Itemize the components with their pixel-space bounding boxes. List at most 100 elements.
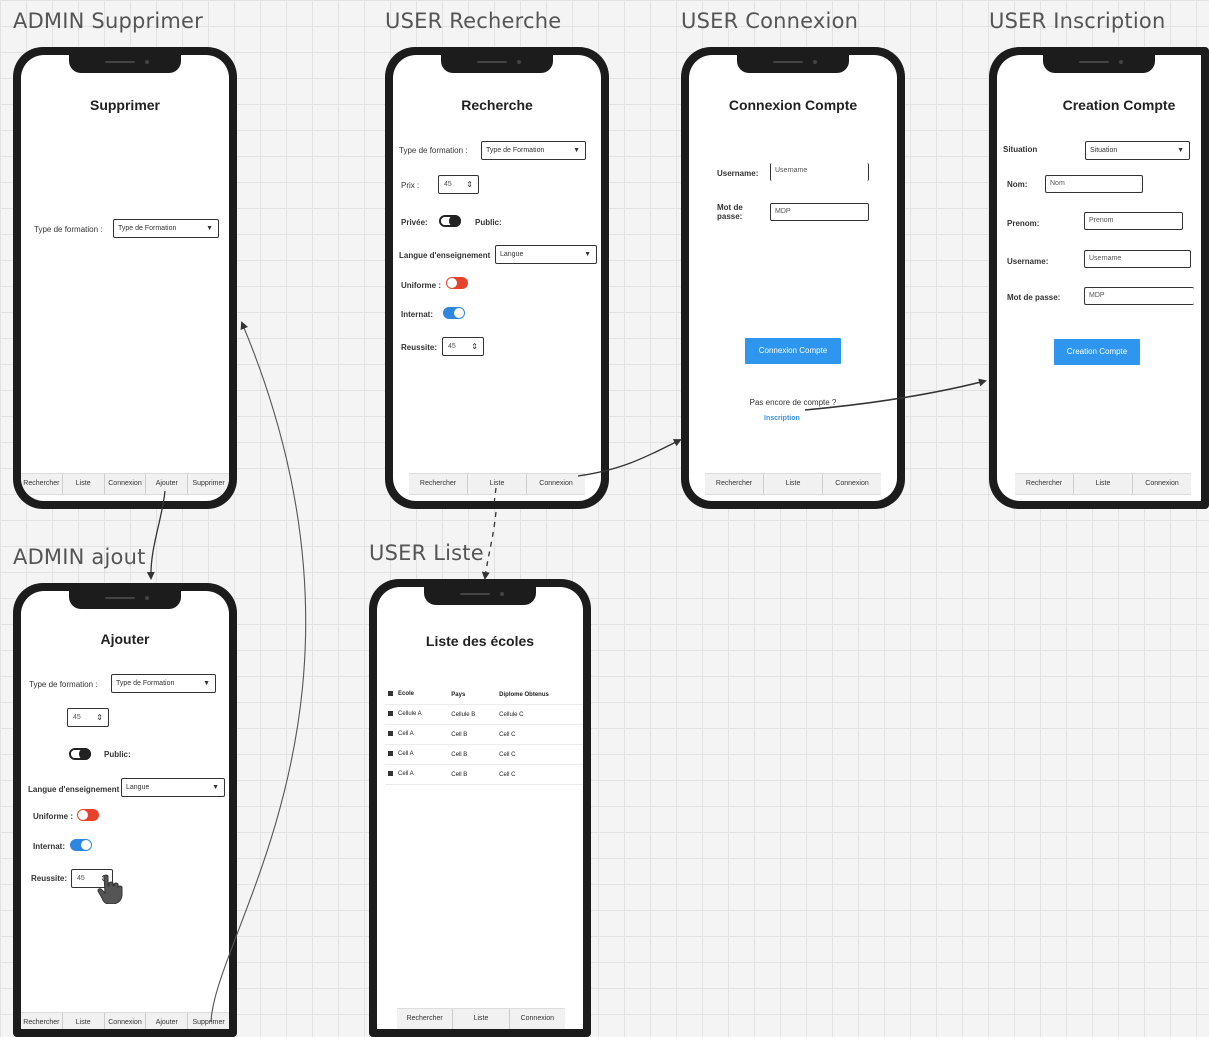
langue-select[interactable]: Langue ▼ [121,778,225,797]
column-header[interactable]: Pays [448,685,497,705]
tab-connexion[interactable]: Connexion [105,474,147,494]
column-header[interactable]: Diplome Obtenus [496,685,583,705]
nom-input[interactable]: Nom [1045,175,1143,193]
langue-select[interactable]: Langue ▼ [495,245,597,264]
password-input[interactable]: MDP [770,203,869,221]
connexion-compte-button[interactable]: Connexion Compte [745,338,841,364]
checkbox-icon[interactable] [388,771,393,777]
frame-title-user-recherche: USER Recherche [385,9,562,33]
privee-public-toggle[interactable] [69,748,91,760]
tab-connexion[interactable]: Connexion [527,474,585,494]
situation-label: Situation [1003,145,1038,154]
stepper-arrows-icon: ⇕ [466,180,473,189]
type-formation-select[interactable]: Type de Formation ▼ [481,141,586,160]
tab-supprimer[interactable]: Supprimer [188,474,229,494]
privee-public-toggle[interactable] [439,215,461,227]
phone-user-connexion: Connexion Compte Username: Username Mot … [681,47,905,509]
tab-connexion[interactable]: Connexion [1133,474,1191,494]
bottom-tab-bar: Rechercher Liste Connexion Ajouter Suppr… [21,1012,229,1029]
screen-connexion: Connexion Compte Username: Username Mot … [689,55,897,501]
prenom-input[interactable]: Prenom [1084,212,1183,230]
password-label: Mot de passe: [717,203,743,221]
table-row[interactable]: Cell A Cell B Cell C [385,744,583,765]
privee-label: Privée: [401,218,428,227]
screen-title: Supprimer [89,97,160,113]
screen-supprimer: Supprimer Type de formation : Type de Fo… [21,55,229,501]
langue-label: Langue d'enseignement [399,251,491,260]
phone-notch [69,591,181,609]
password-label: Mot de passe: [1007,293,1061,302]
stepper-value: 45 [73,714,81,721]
uniforme-toggle[interactable] [446,277,468,289]
type-formation-select[interactable]: Type de Formation ▼ [113,219,219,238]
checkbox-icon[interactable] [388,751,393,757]
situation-select[interactable]: Situation ▼ [1085,141,1190,160]
uniforme-label: Uniforme : [401,281,441,290]
tab-connexion[interactable]: Connexion [510,1009,565,1029]
tab-connexion[interactable]: Connexion [105,1013,147,1029]
tab-rechercher[interactable]: Rechercher [21,474,63,494]
select-value: Langue [126,784,150,791]
stepper-value: 45 [77,875,85,882]
uniforme-label: Uniforme : [33,812,73,821]
select-value: Situation [1090,147,1118,154]
tab-liste[interactable]: Liste [453,1009,510,1029]
tab-rechercher[interactable]: Rechercher [705,474,764,494]
public-label: Public: [104,750,131,759]
checkbox-icon[interactable] [388,711,393,717]
tab-connexion[interactable]: Connexion [823,474,881,494]
tab-liste[interactable]: Liste [63,1013,105,1029]
tab-ajouter[interactable]: Ajouter [146,1013,189,1029]
internat-toggle[interactable] [70,839,92,851]
checkbox-icon[interactable] [388,691,393,697]
phone-notch [69,55,181,73]
tab-rechercher[interactable]: Rechercher [409,474,468,494]
username-input[interactable]: Username [770,163,869,181]
type-formation-label: Type de formation : [29,680,98,689]
reussite-stepper[interactable]: 45 ⇕ [442,337,484,356]
table-row[interactable]: Cell A Cell B Cell C [385,764,583,785]
prix-stepper[interactable]: 45 ⇕ [67,708,109,727]
screen-title: Connexion Compte [728,97,858,113]
tab-rechercher[interactable]: Rechercher [21,1013,63,1029]
schools-table: Ecole Pays Diplome Obtenus Cellule A Cel… [385,685,583,785]
table-row[interactable]: Cellule A Cellule B Cellule C [385,704,583,725]
hand-cursor-icon [97,874,123,904]
password-input[interactable]: MDP [1084,287,1194,305]
prix-stepper[interactable]: 45 ⇕ [438,175,479,194]
prix-label: Prix : [401,181,420,190]
type-formation-select[interactable]: Type de Formation ▼ [111,674,216,693]
table-row[interactable]: Cell A Cell B Cell C [385,724,583,745]
screen-liste: Liste des écoles Ecole Pays Diplome Obte… [377,587,583,1029]
tab-liste[interactable]: Liste [1074,474,1133,494]
select-value: Type de Formation [118,225,177,232]
table-cell: Cell C [496,764,583,785]
creation-compte-button[interactable]: Creation Compte [1054,339,1140,365]
frame-title-admin-ajout: ADMIN ajout [13,545,146,569]
stepper-arrows-icon: ⇕ [96,713,103,722]
internat-toggle[interactable] [443,307,465,319]
username-label: Username: [1007,257,1049,266]
tab-liste[interactable]: Liste [764,474,823,494]
checkbox-icon[interactable] [388,731,393,737]
tab-rechercher[interactable]: Rechercher [1015,474,1074,494]
bottom-tab-bar: Rechercher Liste Connexion [705,473,881,495]
tab-liste[interactable]: Liste [63,474,105,494]
no-account-text: Pas encore de compte ? [749,398,837,407]
uniforme-toggle[interactable] [77,809,99,821]
table-cell: Cellule A [385,704,449,725]
table-cell: Cell B [448,724,497,745]
table-header-row: Ecole Pays Diplome Obtenus [385,685,583,705]
tab-rechercher[interactable]: Rechercher [397,1009,454,1029]
column-header[interactable]: Ecole [385,685,449,705]
username-input[interactable]: Username [1084,250,1191,268]
chevron-down-icon: ▼ [212,784,219,791]
tab-ajouter[interactable]: Ajouter [146,474,189,494]
tab-liste[interactable]: Liste [468,474,527,494]
bottom-tab-bar: Rechercher Liste Connexion [397,1008,565,1029]
table-cell: Cellule B [448,704,497,725]
inscription-link[interactable]: Inscription [764,415,800,422]
phone-user-liste: Liste des écoles Ecole Pays Diplome Obte… [369,579,591,1037]
tab-supprimer[interactable]: Supprimer [188,1013,229,1029]
type-formation-label: Type de formation : [34,225,103,234]
